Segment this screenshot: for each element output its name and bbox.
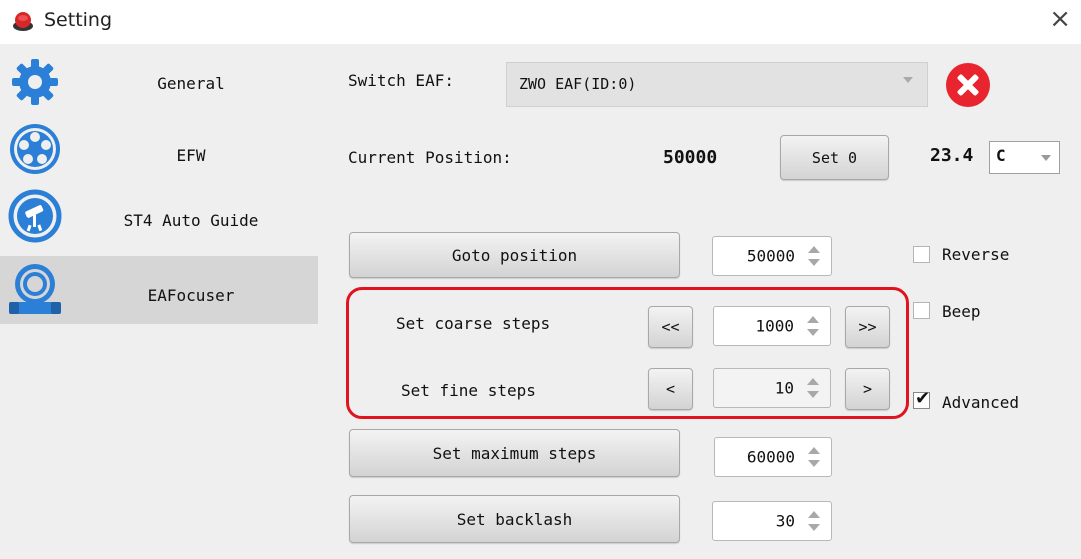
goto-position-button[interactable]: Goto position (349, 232, 680, 278)
beep-checkbox[interactable] (913, 302, 930, 319)
switch-eaf-label: Switch EAF: (348, 71, 454, 90)
goto-position-spinbox[interactable]: 50000 (712, 236, 832, 276)
telescope-icon (8, 189, 62, 243)
backlash-spinbox[interactable]: 30 (712, 501, 832, 541)
sidebar-item-label: General (157, 74, 225, 93)
reverse-label: Reverse (942, 245, 1010, 264)
temperature-value: 23.4 (930, 145, 974, 166)
sidebar-item-general[interactable]: General (0, 48, 318, 116)
beep-label: Beep (942, 302, 981, 321)
coarse-steps-spinbox[interactable]: 1000 (713, 306, 831, 346)
goto-position-value: 50000 (746, 246, 795, 266)
eaf-device-select[interactable]: ZWO EAF(ID:0) (506, 62, 928, 107)
reverse-checkbox[interactable] (913, 246, 930, 263)
sidebar: General EFW ST4 Auto Guide EAFocuser (0, 44, 318, 559)
current-position-label: Current Position: (348, 148, 512, 167)
coarse-step-back-button[interactable]: << (648, 306, 693, 348)
set-backlash-button[interactable]: Set backlash (349, 495, 680, 543)
set-maximum-steps-button[interactable]: Set maximum steps (349, 429, 680, 477)
spin-down-icon[interactable] (808, 460, 820, 467)
filter-wheel-icon (10, 124, 60, 174)
advanced-label: Advanced (942, 393, 1020, 412)
spin-up-icon[interactable] (808, 447, 820, 454)
spin-up-icon[interactable] (807, 378, 819, 385)
spin-up-icon[interactable] (807, 316, 819, 323)
close-icon[interactable]: × (1049, 4, 1071, 34)
chevron-down-icon (1041, 155, 1051, 161)
spin-down-icon[interactable] (807, 391, 819, 398)
sidebar-item-efw[interactable]: EFW (0, 116, 318, 184)
coarse-steps-label: Set coarse steps (396, 314, 551, 333)
sidebar-item-label: EAFocuser (147, 286, 235, 305)
spin-down-icon[interactable] (808, 524, 820, 531)
fine-steps-spinbox[interactable]: 10 (713, 368, 831, 408)
title-bar: Setting × (0, 0, 1081, 44)
remove-device-icon[interactable] (946, 63, 990, 107)
sidebar-item-label: ST4 Auto Guide (123, 211, 259, 230)
spin-up-icon[interactable] (808, 246, 820, 253)
fine-step-back-button[interactable]: < (648, 368, 693, 410)
fine-step-forward-button[interactable]: > (845, 368, 890, 410)
eaf-device-value: ZWO EAF(ID:0) (519, 75, 637, 93)
app-icon (13, 12, 33, 31)
temperature-unit-value: C (996, 146, 1006, 165)
temperature-unit-select[interactable]: C (989, 141, 1060, 174)
chevron-down-icon (903, 77, 913, 83)
maximum-steps-spinbox[interactable]: 60000 (714, 437, 832, 477)
checkmark-icon: ✔ (915, 388, 931, 409)
gear-icon (12, 59, 58, 105)
fine-steps-value: 10 (774, 378, 794, 398)
sidebar-item-label: EFW (176, 146, 206, 165)
window-title: Setting (44, 9, 113, 31)
fine-steps-label: Set fine steps (401, 381, 536, 400)
spin-up-icon[interactable] (808, 511, 820, 518)
coarse-steps-value: 1000 (755, 316, 794, 336)
set-zero-button[interactable]: Set 0 (780, 135, 889, 180)
maximum-steps-value: 60000 (746, 447, 795, 467)
backlash-value: 30 (775, 511, 795, 531)
focuser-icon (9, 264, 61, 314)
spin-down-icon[interactable] (808, 259, 820, 266)
sidebar-item-st4-auto-guide[interactable]: ST4 Auto Guide (0, 184, 318, 252)
sidebar-item-eafocuser[interactable]: EAFocuser (0, 256, 318, 324)
spin-down-icon[interactable] (807, 329, 819, 336)
current-position-value: 50000 (663, 147, 718, 168)
advanced-checkbox[interactable]: ✔ (913, 388, 930, 409)
coarse-step-forward-button[interactable]: >> (845, 306, 890, 348)
